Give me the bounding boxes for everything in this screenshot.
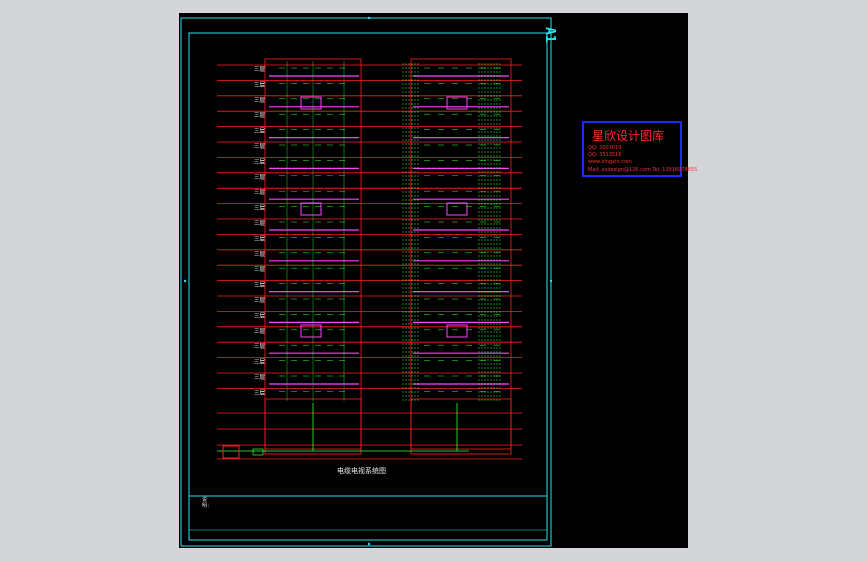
headend-box [252,448,264,456]
floor-label: 三层 [254,128,266,135]
cad-drawing: 三层三层三层三层三层三层三层三层三层三层三层三层三层三层三层三层三层三层三层三层… [180,16,553,547]
watermark-line: QQ: 3513516 [588,152,622,158]
floor-label: 三层 [254,389,266,396]
drawing-caption: 电缆电视系统图 [337,467,386,475]
frame-tick [367,542,371,546]
watermark-line: QQ: 2002010 [588,145,622,151]
watermark-line: www.xingxin.com [588,159,632,165]
floor-label: 三层 [254,112,266,119]
floor-label: 三层 [254,328,266,335]
floor-label: 三层 [254,266,266,273]
floor-label: 三层 [254,374,266,381]
floor-label: 三层 [254,189,266,196]
side-note: 说明： [202,497,213,509]
floor-label: 三层 [254,297,266,304]
amplifier-box [300,202,322,216]
watermark-title: 星欣设计图库 [592,129,665,143]
frame-tick [549,279,553,283]
floor-label: 三层 [254,359,266,366]
frame-tick [183,279,187,283]
riser-box [410,58,512,450]
floor-label: 三层 [254,312,266,319]
amplifier-box [446,202,468,216]
riser-box [410,398,512,455]
floor-label: 三层 [254,343,266,350]
headend-box [222,445,240,459]
frame-tick [367,16,371,20]
floor-label: 三层 [254,158,266,165]
floor-label: 三层 [254,81,266,88]
watermark-badge: 星欣设计图库 QQ: 2002010 QQ: 3513516 www.xingx… [582,121,697,177]
floor-label: 三层 [254,282,266,289]
floor-label: 三层 [254,174,266,181]
floor-label: 三层 [254,97,266,104]
sheet-size-label: A1 [542,27,557,43]
floor-label: 三层 [254,235,266,242]
floor-label: 三层 [254,143,266,150]
floor-label: 三层 [254,205,266,212]
watermark-line: Mail: xxdesign@126.com Tel: 13916978655 [588,167,698,173]
drawing-sheet: 三层 三层 三层 三层 三层 三层 三层 三层 三层 三层 三层 三层 三层 三层 三层 三层 三层 三层 三层 三层… [179,13,697,548]
floor-label: 三层 [254,251,266,258]
inner-frame [188,32,548,541]
floor-label: 三层 [254,66,266,73]
floor-label: 三层 [254,220,266,227]
